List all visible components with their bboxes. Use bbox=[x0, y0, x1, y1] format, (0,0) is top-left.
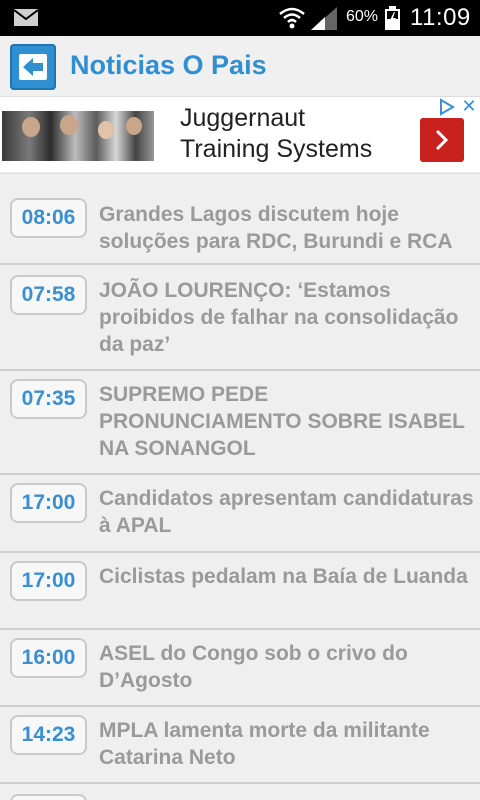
app-bar: Noticias O Pais bbox=[0, 36, 480, 96]
ad-title[interactable]: Juggernaut Training Systems bbox=[180, 103, 372, 165]
ad-choices-icon[interactable] bbox=[437, 98, 457, 116]
battery-percent: 60% bbox=[346, 8, 379, 25]
clock: 11:09 bbox=[410, 4, 471, 31]
wifi-icon bbox=[279, 7, 305, 29]
list-item[interactable]: 16:00 ASEL do Congo sob o crivo do D’Ago… bbox=[0, 630, 480, 707]
mail-icon bbox=[14, 9, 38, 26]
headline: Grandes Lagos discutem hoje soluções par… bbox=[99, 203, 453, 253]
list-item[interactable]: 17:00 Candidatos apresentam candidaturas… bbox=[0, 475, 480, 553]
back-arrow-icon bbox=[19, 54, 47, 80]
close-icon[interactable]: ✕ bbox=[460, 97, 478, 116]
list-item[interactable]: 14:23 MPLA lamenta morte da militante Ca… bbox=[0, 707, 480, 784]
status-bar: 60% 11:09 bbox=[0, 0, 480, 36]
ad-title-line1: Juggernaut bbox=[180, 104, 306, 132]
headline: JOÃO LOURENÇO: ‘Estamos proibidos de fal… bbox=[99, 279, 459, 356]
news-list[interactable]: 08:06 Grandes Lagos discutem hoje soluçõ… bbox=[0, 173, 480, 800]
headline: ASEL do Congo sob o crivo do D’Agosto bbox=[99, 642, 408, 692]
time-badge bbox=[10, 794, 87, 800]
list-item[interactable]: 08:06 Grandes Lagos discutem hoje soluçõ… bbox=[0, 173, 480, 265]
list-item[interactable]: 07:35 SUPREMO PEDE PRONUNCIAMENTO SOBRE … bbox=[0, 371, 480, 475]
time-badge: 07:35 bbox=[10, 379, 87, 419]
time-badge: 17:00 bbox=[10, 561, 87, 601]
chevron-right-icon bbox=[435, 129, 449, 151]
ad-image bbox=[2, 111, 154, 161]
ad-title-line2: Training Systems bbox=[180, 135, 373, 163]
ad-banner[interactable]: Juggernaut Training Systems ✕ bbox=[0, 96, 480, 270]
page-title: Noticias O Pais bbox=[70, 50, 267, 80]
list-item[interactable]: 17:00 Ciclistas pedalam na Baía de Luand… bbox=[0, 553, 480, 630]
headline: Candidatos apresentam candidaturas à APA… bbox=[99, 487, 474, 537]
back-button[interactable] bbox=[10, 44, 56, 90]
signal-icon bbox=[311, 7, 337, 30]
list-item-partial[interactable] bbox=[0, 784, 480, 800]
ad-open-button[interactable] bbox=[420, 118, 464, 162]
time-badge: 17:00 bbox=[10, 483, 87, 523]
time-badge: 14:23 bbox=[10, 715, 87, 755]
headline: MPLA lamenta morte da militante Catarina… bbox=[99, 719, 430, 769]
time-badge: 16:00 bbox=[10, 638, 87, 678]
headline: SUPREMO PEDE PRONUNCIAMENTO SOBRE ISABEL… bbox=[99, 383, 465, 460]
time-badge: 07:58 bbox=[10, 275, 87, 315]
list-item[interactable]: 07:58 JOÃO LOURENÇO: ‘Estamos proibidos … bbox=[0, 265, 480, 371]
time-badge: 08:06 bbox=[10, 198, 87, 238]
headline: Ciclistas pedalam na Baía de Luanda bbox=[99, 565, 468, 588]
battery-icon bbox=[385, 6, 400, 30]
